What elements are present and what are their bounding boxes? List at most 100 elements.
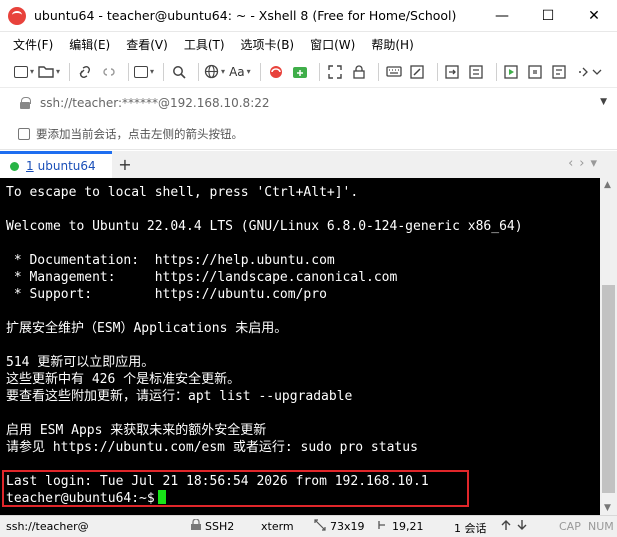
tab-scroll-arrows[interactable]: ‹›▾ <box>568 156 603 171</box>
open-session-button[interactable] <box>38 61 60 83</box>
fullscreen-icon <box>327 64 342 79</box>
terminal-line: 启用 ESM Apps 来获取未来的额外安全更新 <box>6 423 267 438</box>
find-button[interactable] <box>169 61 189 83</box>
toolbar-separator <box>495 62 497 81</box>
send-file-button[interactable] <box>443 61 463 83</box>
status-terminal-size: 73x19 <box>330 520 365 533</box>
transfer-button[interactable] <box>467 61 487 83</box>
toolbar: Aa <box>0 56 617 88</box>
terminal-line: 请参见 https://ubuntu.com/esm 或者运行: sudo pr… <box>6 440 418 455</box>
reconnect-button[interactable] <box>75 61 95 83</box>
status-protocol: SSH2 <box>205 520 235 533</box>
unlink-icon <box>103 67 115 76</box>
keyboard-icon <box>385 66 402 77</box>
script-run-button[interactable] <box>502 61 522 83</box>
session-hint-bar: 要添加当前会话，点击左侧的箭头按钮。 <box>0 118 617 150</box>
chevron-down-icon <box>592 69 602 75</box>
window-icon <box>134 65 149 78</box>
window-controls: — ☐ ✕ <box>479 0 617 32</box>
transfer-icon <box>469 64 483 79</box>
new-session-button[interactable] <box>14 61 34 83</box>
tab-ubuntu64[interactable]: 1 ubuntu64 <box>0 151 112 178</box>
lock-screen-button[interactable] <box>349 61 369 83</box>
highlight-annotation-box <box>2 470 469 507</box>
link-icon <box>79 65 91 78</box>
terminal-area[interactable]: To escape to local shell, press 'Ctrl+Al… <box>0 178 600 515</box>
xshell-swirl-icon <box>269 65 282 78</box>
xftp-icon <box>292 66 307 78</box>
terminal-line: 这些更新中有 426 个是标准安全更新。 <box>6 372 241 387</box>
compose-button[interactable] <box>408 61 428 83</box>
toolbar-separator <box>436 62 438 81</box>
toolbar-separator <box>259 62 261 81</box>
status-bar: ssh://teacher@ SSH2 xterm 73x19 19,21 1 … <box>0 515 617 537</box>
status-sessions: 1 会话 <box>454 522 487 535</box>
options-icon <box>552 64 566 79</box>
status-caps-lock: CAP <box>559 520 581 533</box>
fullscreen-button[interactable] <box>325 61 345 83</box>
toolbar-overflow-button[interactable] <box>587 61 607 83</box>
pencil-icon <box>410 64 424 79</box>
toolbar-separator <box>128 62 130 81</box>
menu-tabs[interactable]: 选项卡(B) <box>241 36 295 53</box>
minimize-button[interactable]: — <box>479 0 525 32</box>
globe-icon <box>204 64 219 79</box>
toolbar-separator <box>377 62 379 81</box>
status-num-lock: NUM <box>588 520 614 533</box>
tab-bar: 1 ubuntu64 + ‹›▾ <box>0 151 617 178</box>
connected-status-icon <box>10 161 19 171</box>
terminal-line: * Support: https://ubuntu.com/pro <box>6 287 327 302</box>
disconnect-button[interactable] <box>99 61 119 83</box>
terminal-line: * Management: https://landscape.canonica… <box>6 270 398 285</box>
encoding-button[interactable] <box>204 61 225 83</box>
toolbar-separator <box>318 62 320 81</box>
terminal-line: 扩展安全维护（ESM）Applications 未启用。 <box>6 321 288 336</box>
options-button[interactable] <box>550 61 570 83</box>
menu-edit[interactable]: 编辑(E) <box>69 36 110 53</box>
menu-bar: 文件(F) 编辑(E) 查看(V) 工具(T) 选项卡(B) 窗口(W) 帮助(… <box>0 32 617 56</box>
menu-window[interactable]: 窗口(W) <box>310 36 355 53</box>
menu-tools[interactable]: 工具(T) <box>184 36 225 53</box>
menu-view[interactable]: 查看(V) <box>126 36 168 53</box>
menu-file[interactable]: 文件(F) <box>13 36 53 53</box>
address-input[interactable] <box>40 96 580 110</box>
status-terminal-type: xterm <box>261 520 294 533</box>
scrollbar-thumb[interactable] <box>602 285 615 493</box>
new-session-icon <box>14 65 28 78</box>
xshell-button[interactable] <box>266 61 286 83</box>
keyboard-button[interactable] <box>384 61 404 83</box>
address-dropdown-icon[interactable]: ▼ <box>600 97 607 107</box>
terminal-line: * Documentation: https://help.ubuntu.com <box>6 253 335 268</box>
maximize-button[interactable]: ☐ <box>525 0 571 32</box>
play-box-icon <box>504 64 518 79</box>
tab-label: ubuntu64 <box>37 159 96 173</box>
new-tab-button[interactable]: + <box>112 151 138 178</box>
menu-help[interactable]: 帮助(H) <box>371 36 413 53</box>
terminal-scrollbar[interactable]: ▲ ▼ <box>600 178 617 515</box>
cursor-position-icon <box>377 519 389 534</box>
font-button[interactable]: Aa <box>229 61 251 83</box>
terminal-line: 要查看这些附加更新，请运行：apt list --upgradable <box>6 389 353 404</box>
address-bar: ▼ <box>0 89 617 117</box>
arrow-box-icon <box>445 64 459 79</box>
properties-button[interactable] <box>134 61 154 83</box>
xshell-logo-icon <box>8 6 26 25</box>
window-title: ubuntu64 - teacher@ubuntu64: ~ - Xshell … <box>34 8 457 23</box>
title-bar: ubuntu64 - teacher@ubuntu64: ~ - Xshell … <box>0 0 617 32</box>
terminal-line: Welcome to Ubuntu 22.04.4 LTS (GNU/Linux… <box>6 219 523 234</box>
toolbar-separator <box>198 62 200 81</box>
script-stop-button[interactable] <box>526 61 546 83</box>
close-button[interactable]: ✕ <box>571 0 617 32</box>
status-cursor-position: 19,21 <box>392 520 424 533</box>
xftp-button[interactable] <box>290 61 310 83</box>
folder-icon <box>38 66 54 78</box>
status-connection: ssh://teacher@ <box>6 520 89 533</box>
lock-icon <box>20 97 31 109</box>
protocol-icon <box>190 518 202 534</box>
download-arrow-icon <box>516 519 528 534</box>
scroll-down-icon[interactable]: ▼ <box>604 503 611 513</box>
terminal-line: 514 更新可以立即应用。 <box>6 355 155 370</box>
toolbar-separator <box>69 62 71 81</box>
scroll-up-icon[interactable]: ▲ <box>604 180 611 190</box>
add-session-icon[interactable] <box>18 127 30 140</box>
